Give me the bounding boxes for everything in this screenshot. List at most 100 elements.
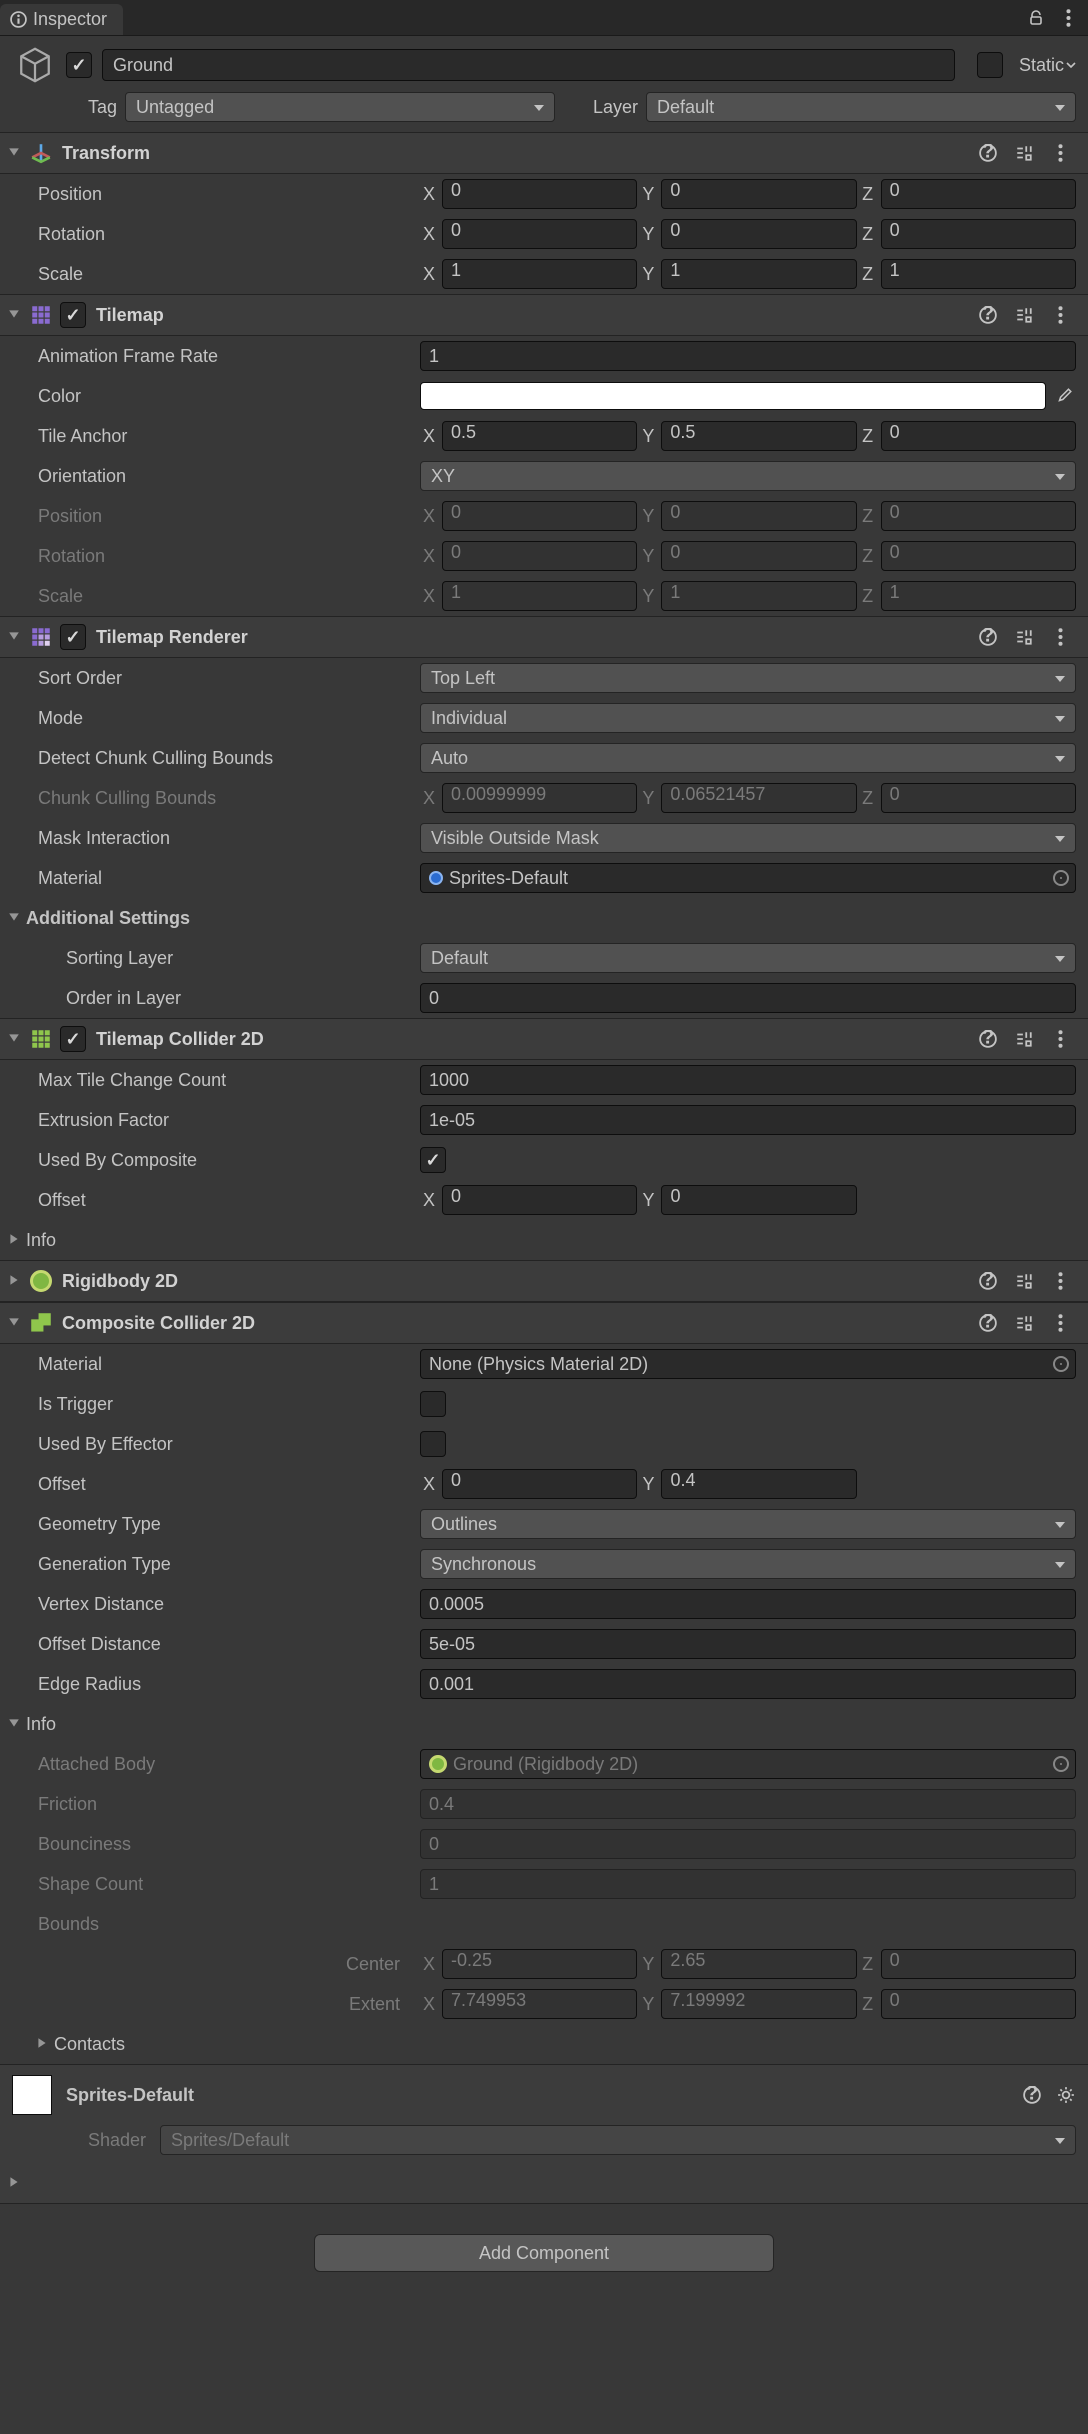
menu-icon[interactable]: [1050, 305, 1070, 325]
sort-order-dropdown[interactable]: Top Left: [420, 663, 1076, 693]
help-icon[interactable]: ?: [978, 1029, 998, 1049]
rigidbody-icon: [28, 1268, 54, 1294]
object-picker-icon[interactable]: [1053, 1356, 1069, 1372]
menu-icon[interactable]: [1050, 1029, 1070, 1049]
foldout-icon[interactable]: [8, 1233, 22, 1247]
effector-checkbox[interactable]: [420, 1431, 446, 1457]
sorting-layer-dropdown[interactable]: Default: [420, 943, 1076, 973]
foldout-icon[interactable]: [8, 308, 22, 322]
order-field[interactable]: 0: [420, 983, 1076, 1013]
preset-icon[interactable]: [1014, 305, 1034, 325]
trigger-checkbox[interactable]: [420, 1391, 446, 1417]
shape-field: 1: [420, 1869, 1076, 1899]
position-z[interactable]: 0: [881, 179, 1076, 209]
collider-header[interactable]: Tilemap Collider 2D ?: [0, 1018, 1088, 1060]
gameobject-name-field[interactable]: Ground: [102, 49, 955, 81]
rigidbody-header[interactable]: Rigidbody 2D ?: [0, 1260, 1088, 1302]
gear-icon[interactable]: [1056, 2085, 1076, 2105]
inspector-tab[interactable]: Inspector: [0, 4, 123, 35]
scale-y[interactable]: 1: [661, 259, 856, 289]
preset-icon[interactable]: [1014, 1029, 1034, 1049]
tilemap-header[interactable]: Tilemap ?: [0, 294, 1088, 336]
eyedropper-icon[interactable]: [1052, 387, 1076, 405]
comp-offset-x[interactable]: 0: [442, 1469, 637, 1499]
help-icon[interactable]: ?: [1022, 2085, 1042, 2105]
preset-icon[interactable]: [1014, 1313, 1034, 1333]
scale-x[interactable]: 1: [442, 259, 637, 289]
offset-dist-field[interactable]: 5e-05: [420, 1629, 1076, 1659]
anchor-y[interactable]: 0.5: [661, 421, 856, 451]
collider-enabled-checkbox[interactable]: [60, 1026, 86, 1052]
foldout-icon[interactable]: [8, 1316, 22, 1330]
sprite-dot-icon: [429, 871, 443, 885]
anim-rate-field[interactable]: 1: [420, 341, 1076, 371]
generation-dropdown[interactable]: Synchronous: [420, 1549, 1076, 1579]
help-icon[interactable]: ?: [978, 1271, 998, 1291]
renderer-header[interactable]: Tilemap Renderer ?: [0, 616, 1088, 658]
comp-material-field[interactable]: None (Physics Material 2D): [420, 1349, 1076, 1379]
help-icon[interactable]: ?: [978, 305, 998, 325]
menu-icon[interactable]: [1050, 627, 1070, 647]
extrusion-field[interactable]: 1e-05: [420, 1105, 1076, 1135]
preset-icon[interactable]: [1014, 143, 1034, 163]
comp-offset-y[interactable]: 0.4: [661, 1469, 856, 1499]
menu-icon[interactable]: [1050, 1271, 1070, 1291]
shader-dropdown[interactable]: Sprites/Default: [160, 2125, 1076, 2155]
help-icon[interactable]: ?: [978, 627, 998, 647]
position-label: Position: [10, 184, 420, 205]
gameobject-active-checkbox[interactable]: [66, 52, 92, 78]
lock-icon[interactable]: [1026, 8, 1046, 28]
composite-header[interactable]: Composite Collider 2D ?: [0, 1302, 1088, 1344]
anchor-z[interactable]: 0: [881, 421, 1076, 451]
rotation-x[interactable]: 0: [442, 219, 637, 249]
object-picker-icon[interactable]: [1053, 870, 1069, 886]
foldout-icon[interactable]: [8, 630, 22, 644]
static-checkbox[interactable]: [977, 52, 1003, 78]
edge-field[interactable]: 0.001: [420, 1669, 1076, 1699]
geometry-dropdown[interactable]: Outlines: [420, 1509, 1076, 1539]
help-icon[interactable]: ?: [978, 1313, 998, 1333]
vertex-label: Vertex Distance: [10, 1594, 420, 1615]
max-tile-field[interactable]: 1000: [420, 1065, 1076, 1095]
mask-dropdown[interactable]: Visible Outside Mask: [420, 823, 1076, 853]
scale-z[interactable]: 1: [881, 259, 1076, 289]
material-field[interactable]: Sprites-Default: [420, 863, 1076, 893]
used-composite-checkbox[interactable]: [420, 1147, 446, 1173]
menu-icon[interactable]: [1050, 143, 1070, 163]
mode-dropdown[interactable]: Individual: [420, 703, 1076, 733]
preset-icon[interactable]: [1014, 627, 1034, 647]
renderer-enabled-checkbox[interactable]: [60, 624, 86, 650]
vertex-field[interactable]: 0.0005: [420, 1589, 1076, 1619]
offset-y[interactable]: 0: [661, 1185, 856, 1215]
orientation-dropdown[interactable]: XY: [420, 461, 1076, 491]
foldout-icon[interactable]: [36, 2037, 50, 2051]
preset-icon[interactable]: [1014, 1271, 1034, 1291]
gameobject-icon[interactable]: [14, 44, 56, 86]
add-component-button[interactable]: Add Component: [314, 2234, 774, 2272]
tilemap-enabled-checkbox[interactable]: [60, 302, 86, 328]
help-icon[interactable]: ?: [978, 143, 998, 163]
static-dropdown[interactable]: Static: [1019, 55, 1076, 76]
tag-dropdown[interactable]: Untagged: [125, 92, 555, 122]
anchor-x[interactable]: 0.5: [442, 421, 637, 451]
menu-icon[interactable]: [1050, 1313, 1070, 1333]
foldout-icon[interactable]: [8, 1717, 22, 1731]
position-x[interactable]: 0: [442, 179, 637, 209]
offset-x[interactable]: 0: [442, 1185, 637, 1215]
rotation-y[interactable]: 0: [661, 219, 856, 249]
detect-dropdown[interactable]: Auto: [420, 743, 1076, 773]
foldout-icon[interactable]: [8, 911, 22, 925]
foldout-icon[interactable]: [8, 1274, 22, 1288]
material-header[interactable]: Sprites-Default ?: [0, 2064, 1088, 2125]
position-y[interactable]: 0: [661, 179, 856, 209]
layer-dropdown[interactable]: Default: [646, 92, 1076, 122]
svg-text:?: ?: [1026, 2086, 1038, 2104]
svg-text:?: ?: [982, 1272, 994, 1290]
transform-header[interactable]: Transform ?: [0, 132, 1088, 174]
rotation-z[interactable]: 0: [881, 219, 1076, 249]
context-menu-icon[interactable]: [1058, 8, 1078, 28]
foldout-icon[interactable]: [8, 1032, 22, 1046]
color-field[interactable]: [420, 382, 1046, 410]
foldout-icon[interactable]: [8, 146, 22, 160]
foldout-icon[interactable]: [8, 2176, 22, 2190]
